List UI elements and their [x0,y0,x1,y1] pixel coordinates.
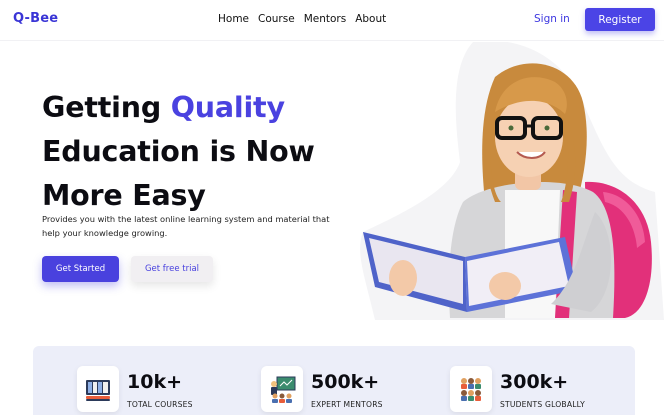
stat-label: STUDENTS GLOBALLY [500,400,585,409]
stat-value: 10k+ [127,371,182,393]
hero-subtext: Provides you with the latest online lear… [42,214,330,238]
stat-total-courses: 10k+ TOTAL COURSES [77,366,193,412]
stats-section: 10k+ TOTAL COURSES 500k+ EXPERT MENTORS [33,346,635,415]
headline-line2: Education is Now [42,135,315,168]
books-icon [77,366,119,412]
stat-label: EXPERT MENTORS [311,400,383,409]
mentor-board-icon [261,366,303,412]
stat-students-globally: 300k+ STUDENTS GLOBALLY [450,366,585,412]
headline-line3: More Easy [42,179,206,212]
stat-label: TOTAL COURSES [127,400,193,409]
nav-divider [0,40,664,41]
register-button[interactable]: Register [585,8,655,31]
main-nav: Home Course Mentors About [218,13,386,25]
logo[interactable]: Q-Bee [13,11,58,26]
stat-expert-mentors: 500k+ EXPERT MENTORS [261,366,383,412]
nav-course-link[interactable]: Course [258,13,295,25]
nav-home-link[interactable]: Home [218,13,249,25]
students-group-icon [450,366,492,412]
nav-about-link[interactable]: About [355,13,386,25]
signin-link[interactable]: Sign in [534,13,570,25]
nav-mentors-link[interactable]: Mentors [304,13,347,25]
headline-line1: Getting Quality [42,91,285,124]
stat-value: 500k+ [311,371,380,393]
stat-value: 300k+ [500,371,569,393]
free-trial-button[interactable]: Get free trial [131,256,213,282]
hero-headline: Getting Quality Education is Now More Ea… [42,86,315,218]
get-started-button[interactable]: Get Started [42,256,119,282]
headline-accent-text: Quality [170,91,285,124]
headline-plain-text: Getting [42,91,171,124]
student-with-book-image [360,42,664,320]
